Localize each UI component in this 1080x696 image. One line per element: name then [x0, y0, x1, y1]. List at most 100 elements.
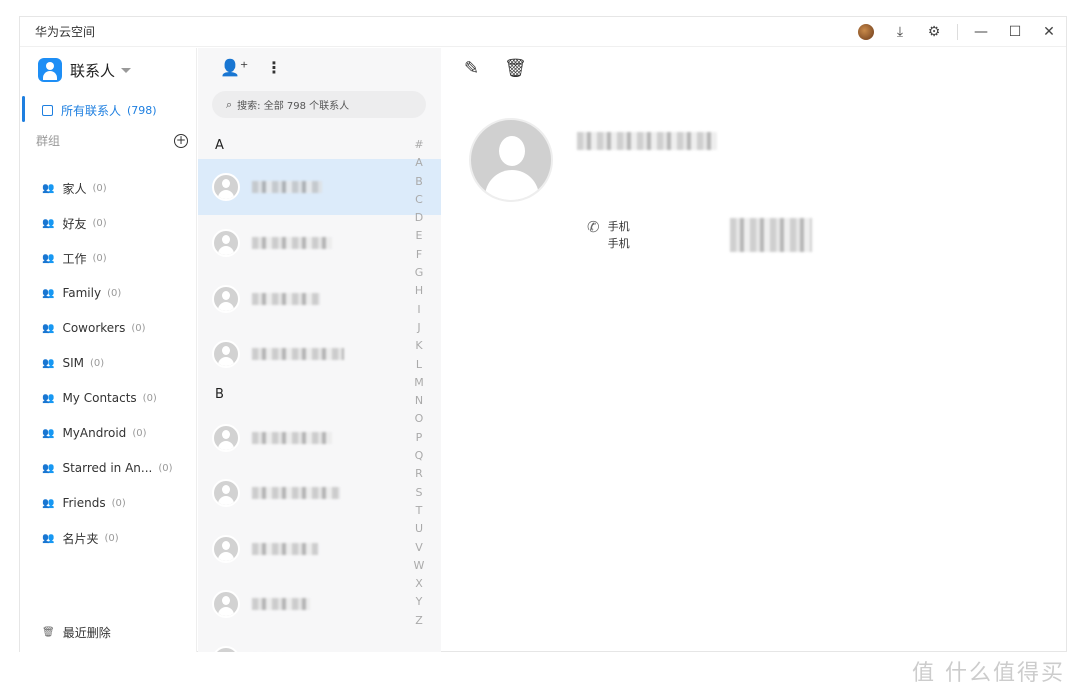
index-letter[interactable]: W [412, 557, 426, 575]
index-letter[interactable]: A [412, 154, 426, 172]
maximize-icon[interactable]: ☐ [998, 17, 1032, 47]
index-letter[interactable]: U [412, 520, 426, 538]
sidebar-group-item[interactable]: 👥 Starred in An... (0) [42, 456, 173, 480]
download-icon[interactable]: ⤓ [883, 17, 917, 47]
contact-row[interactable] [198, 576, 441, 632]
sidebar-group-item[interactable]: 👥 Friends (0) [42, 491, 126, 515]
group-icon: 👥 [42, 462, 55, 474]
index-letter[interactable]: F [412, 246, 426, 264]
phone-field: ✆ 手机 手机 [587, 218, 812, 252]
index-letter[interactable]: K [412, 337, 426, 355]
index-letter[interactable]: H [412, 282, 426, 300]
divider [957, 24, 958, 40]
index-letter[interactable]: T [412, 502, 426, 520]
group-count: (0) [92, 182, 107, 194]
label: 最近删除 [62, 626, 111, 640]
contact-name-redacted [252, 348, 344, 360]
minimize-icon[interactable]: — [964, 17, 998, 47]
contact-row[interactable] [198, 521, 441, 577]
sidebar-group-item[interactable]: 👥 家人 (0) [42, 176, 107, 200]
sidebar-group-item[interactable]: 👥 名片夹 (0) [42, 526, 119, 550]
group-label: Coworkers [62, 321, 126, 335]
edit-icon[interactable]: ✎ [464, 58, 479, 79]
group-label: 家人 [62, 181, 87, 196]
more-icon[interactable]: ⋮ [266, 58, 282, 77]
group-count: (0) [92, 217, 107, 229]
contact-row[interactable] [198, 215, 441, 271]
sidebar-group-item[interactable]: 👥 好友 (0) [42, 211, 107, 235]
contact-row[interactable] [198, 271, 441, 327]
sidebar-group-item[interactable]: 👥 MyAndroid (0) [42, 421, 146, 445]
contact-row[interactable] [198, 159, 441, 215]
index-letter[interactable]: E [412, 227, 426, 245]
phone-number-redacted [729, 218, 812, 252]
index-letter[interactable]: D [412, 209, 426, 227]
index-letter[interactable]: N [412, 392, 426, 410]
index-letter[interactable]: B [412, 173, 426, 191]
section-header: B [215, 387, 224, 402]
contact-row[interactable] [198, 465, 441, 521]
contact-detail-pane: ✎ 🗑 ✆ 手机 手机 [442, 48, 1067, 652]
sidebar-group-item[interactable]: 👥 Coworkers (0) [42, 316, 146, 340]
group-label: SIM [62, 356, 84, 370]
sidebar-group-item[interactable]: 👥 工作 (0) [42, 246, 107, 270]
index-letter[interactable]: J [412, 319, 426, 337]
contact-row[interactable] [198, 410, 441, 466]
index-letter[interactable]: S [412, 484, 426, 502]
index-letter[interactable]: I [412, 301, 426, 319]
index-letter[interactable]: Y [412, 593, 426, 611]
gear-icon[interactable]: ⚙ [917, 17, 951, 47]
group-count: (0) [158, 462, 173, 474]
group-label: Family [62, 286, 102, 300]
app-name: 联系人 [70, 61, 116, 80]
account-avatar[interactable] [849, 17, 883, 47]
search-input[interactable]: ⌕ 搜索: 全部 798 个联系人 [212, 91, 426, 118]
index-letter[interactable]: G [412, 264, 426, 282]
delete-icon[interactable]: 🗑 [504, 58, 527, 79]
trash-icon: 🗑 [42, 627, 55, 638]
index-letter[interactable]: L [412, 356, 426, 374]
app-switcher[interactable]: 联系人 [38, 58, 132, 82]
contact-name-redacted [252, 237, 332, 249]
sidebar-group-item[interactable]: 👥 My Contacts (0) [42, 386, 157, 410]
group-icon: 👥 [42, 392, 55, 404]
add-group-button[interactable]: + [174, 133, 188, 148]
contact-avatar [212, 646, 240, 652]
close-icon[interactable]: ✕ [1032, 17, 1066, 47]
group-icon: 👥 [42, 217, 55, 229]
index-letter[interactable]: O [412, 410, 426, 428]
contacts-app-icon [38, 58, 62, 82]
index-letter[interactable]: R [412, 465, 426, 483]
group-count: (0) [104, 532, 119, 544]
add-contact-button[interactable]: 👤⁺ [220, 58, 248, 77]
index-letter[interactable]: C [412, 191, 426, 209]
index-letter[interactable]: X [412, 575, 426, 593]
index-letter[interactable]: # [412, 136, 426, 154]
app-window: 华为云空间 ⤓ ⚙ — ☐ ✕ 联系人 所有联系人 (798) 群组 + 👥 家人… [19, 16, 1067, 652]
alphabet-index[interactable]: # A B C D E F G H I J K L M N O P Q R S T U V W X Y Z [412, 136, 426, 630]
sidebar-group-item[interactable]: 👥 Family (0) [42, 281, 121, 305]
sidebar-item-recently-deleted[interactable]: 🗑 最近删除 [42, 624, 111, 641]
phone-icon: ✆ [587, 218, 600, 236]
sidebar: 联系人 所有联系人 (798) 群组 + 👥 家人 (0) 👥 好友 (0) 👥 工作 (0) 👥… [20, 48, 197, 652]
phone-label: 手机 [607, 220, 630, 233]
contact-name-redacted [252, 543, 318, 555]
contact-avatar [212, 535, 240, 563]
group-count: (0) [142, 392, 157, 404]
sidebar-group-item[interactable]: 👥 SIM (0) [42, 351, 104, 375]
index-letter[interactable]: P [412, 429, 426, 447]
contact-name-redacted [252, 293, 320, 305]
index-letter[interactable]: Z [412, 612, 426, 630]
index-letter[interactable]: V [412, 539, 426, 557]
group-label: 名片夹 [62, 531, 99, 546]
contact-avatar [212, 173, 240, 201]
contact-row[interactable] [198, 632, 441, 652]
search-icon: ⌕ [226, 97, 233, 111]
contact-name-redacted [252, 432, 332, 444]
index-letter[interactable]: Q [412, 447, 426, 465]
contact-card-icon [42, 104, 53, 116]
contact-row[interactable] [198, 326, 441, 382]
sidebar-item-all-contacts[interactable]: 所有联系人 (798) [20, 96, 196, 124]
index-letter[interactable]: M [412, 374, 426, 392]
group-label: Starred in An... [62, 461, 153, 475]
